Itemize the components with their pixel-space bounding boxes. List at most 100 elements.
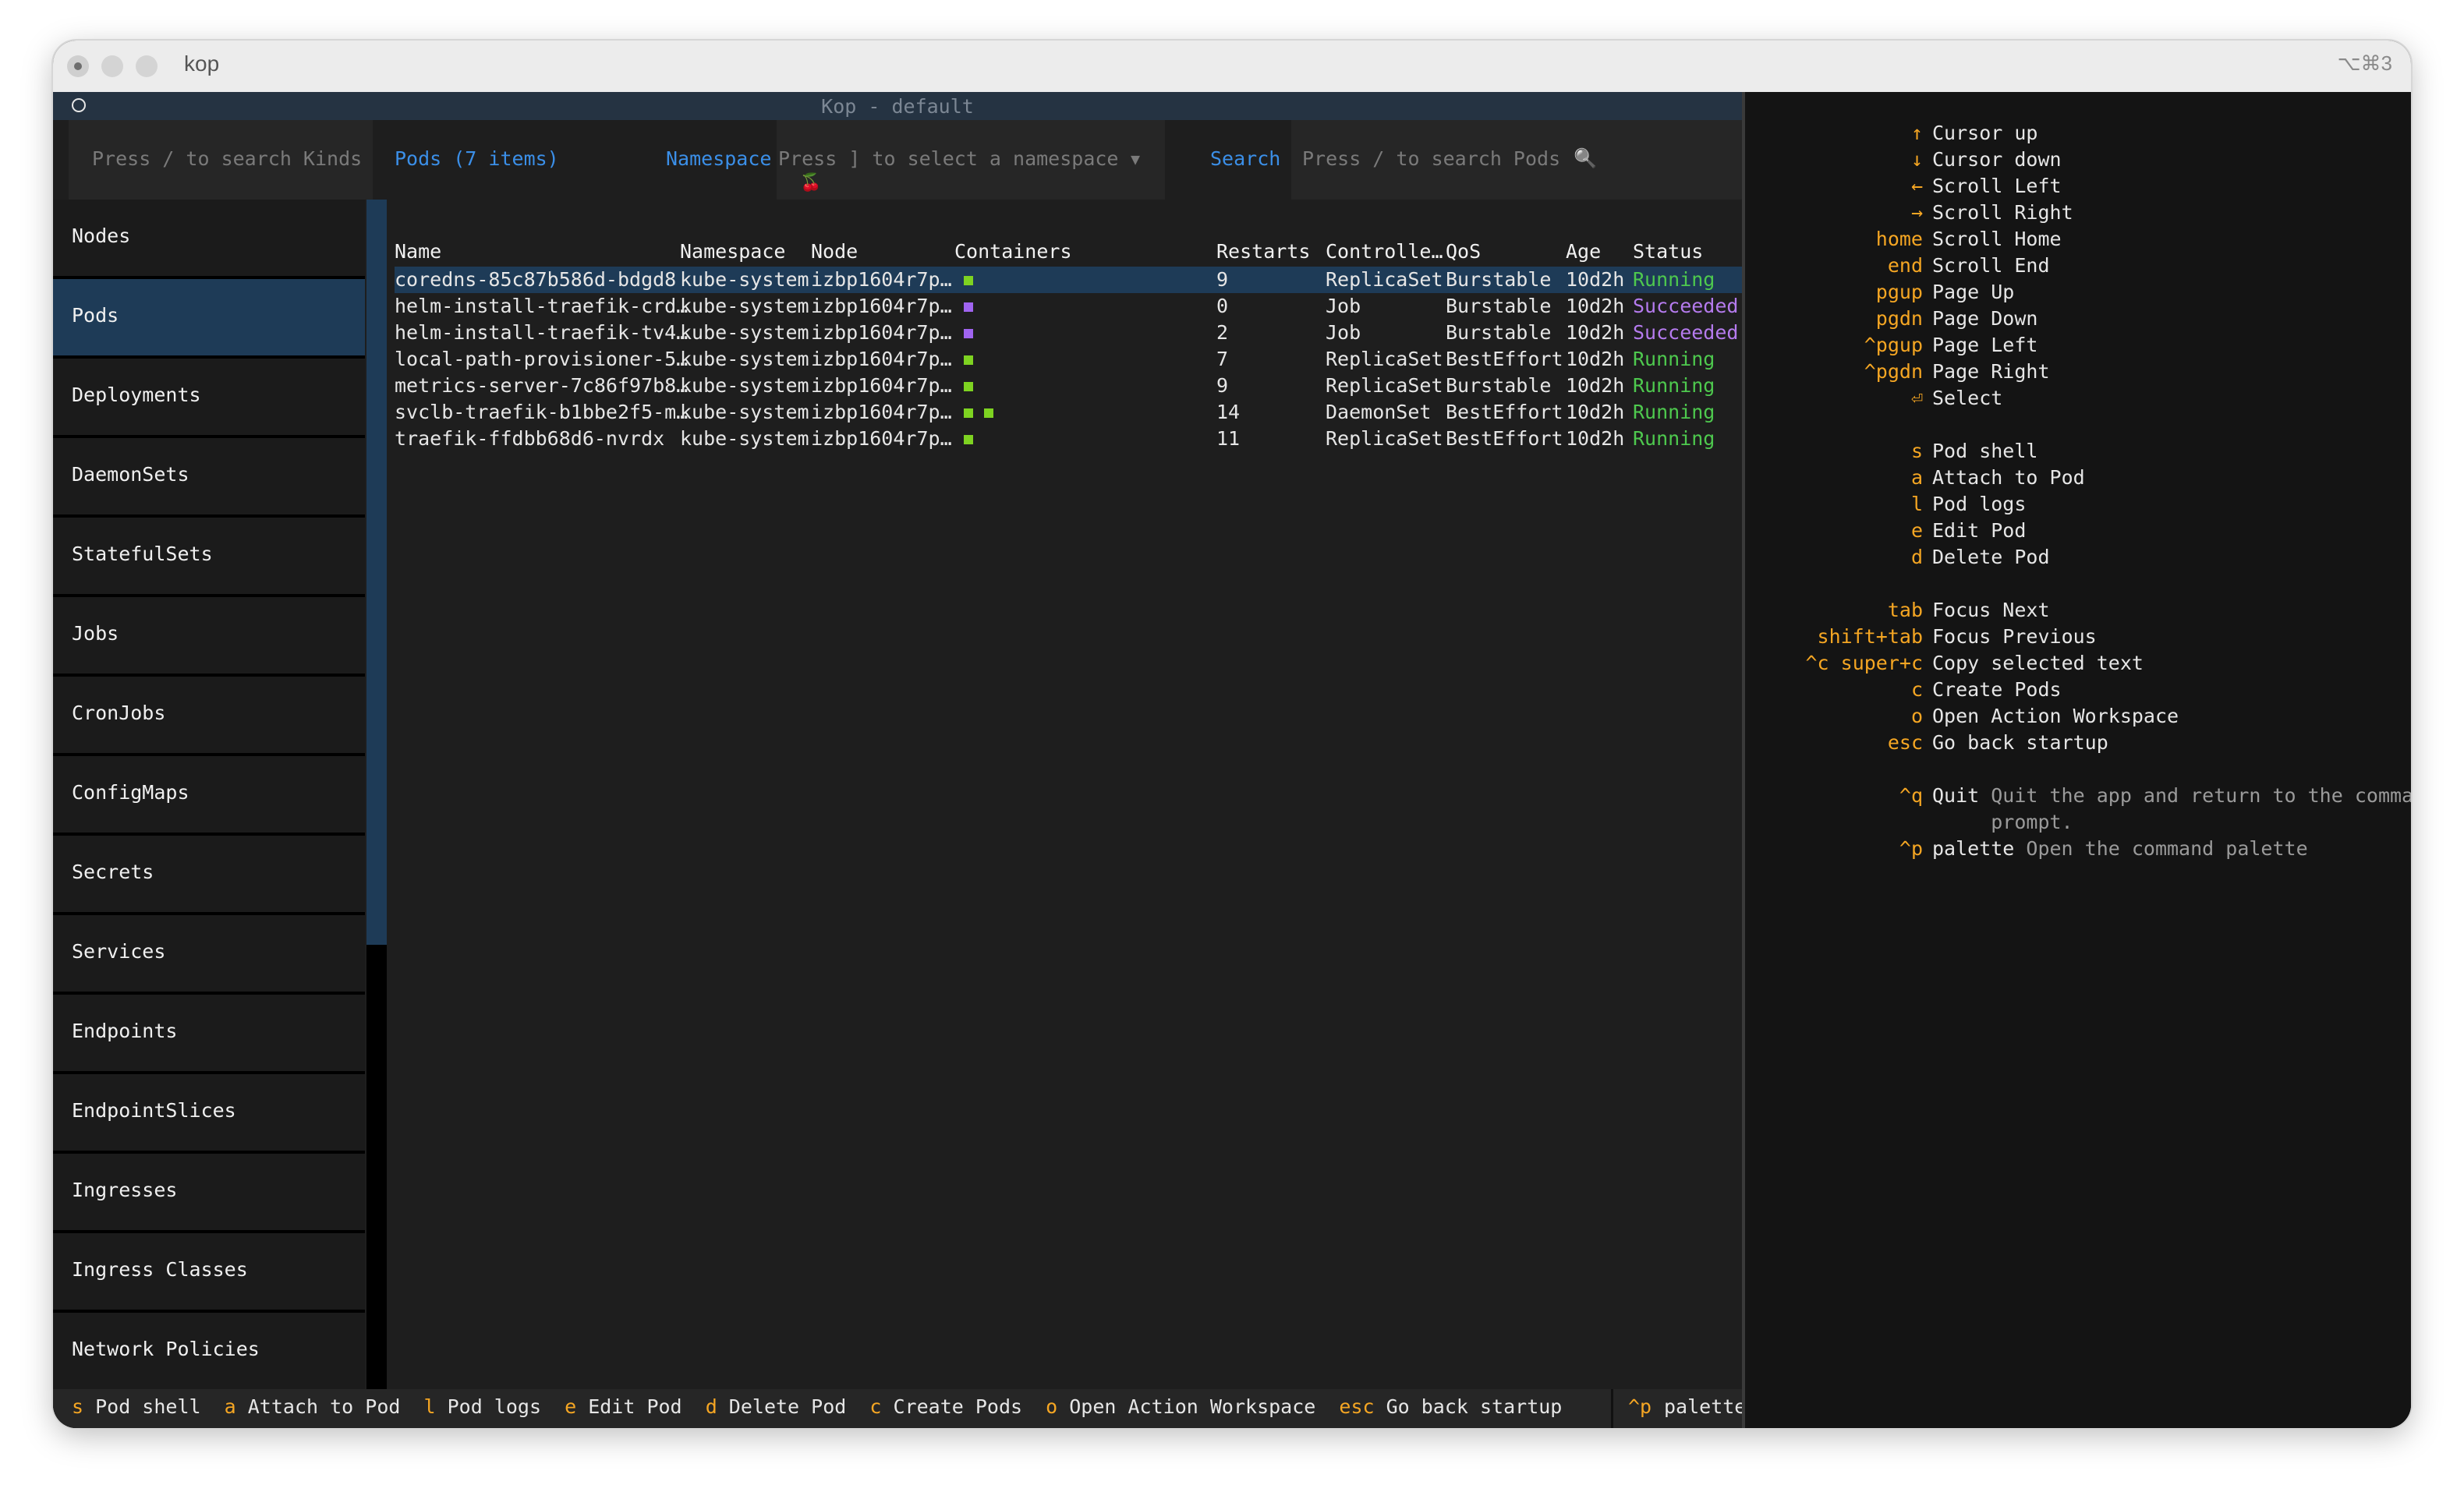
column-header-namespace[interactable]: Namespace [680,240,785,263]
cell-qos: Burstable [1446,295,1552,317]
container-status-icon [964,435,973,444]
help-key: l [1910,493,1923,515]
cell-restarts: 11 [1216,427,1241,450]
pods-search-input[interactable]: Press / to search Pods 🔍 [1291,120,1742,200]
footer-action-label[interactable]: Edit Pod [588,1395,681,1418]
sidebar-item-network-policies[interactable]: Network Policies [53,1313,365,1392]
help-key: pgdn [1875,307,1923,330]
cell-namespace: kube-system [680,401,809,423]
cell-controller: ReplicaSet [1326,374,1443,397]
help-action-label: Page Left [1932,334,2038,356]
help-key: → [1910,201,1923,224]
help-action-label: Copy selected text [1932,652,2144,674]
footer-key[interactable]: e [565,1395,576,1418]
kinds-sidebar: Nodes Pods Deployments DaemonSets StatefulSe… [53,200,365,1392]
footer-action-label[interactable]: Pod logs [448,1395,541,1418]
sidebar-item-daemonsets[interactable]: DaemonSets [53,438,365,518]
cell-namespace: kube-system [680,268,809,291]
footer-action-label[interactable]: Pod shell [95,1395,200,1418]
sidebar-item-ingresses[interactable]: Ingresses [53,1154,365,1233]
cell-restarts: 9 [1216,268,1229,291]
maximize-window-button[interactable] [136,55,158,77]
footer-action-label[interactable]: Open Action Workspace [1069,1395,1315,1418]
footer-key[interactable]: d [706,1395,717,1418]
container-status-icon [984,408,993,418]
footer-key[interactable]: l [424,1395,436,1418]
footer-key[interactable]: esc [1339,1395,1374,1418]
cell-age: 10d2h [1566,295,1625,317]
namespace-select[interactable]: Press ] to select a namespace ▼ 🍒 [777,120,1165,200]
cell-restarts: 9 [1216,374,1229,397]
help-action-label: Page Right [1932,360,2050,383]
footer-divider [1611,1389,1613,1428]
cell-name: coredns-85c87b586d-bdgd8 [395,268,677,291]
cell-status: Running [1633,374,1715,397]
cell-status: Running [1633,427,1715,450]
chevron-down-icon[interactable]: ▼ [1131,146,1140,172]
help-key: tab [1887,599,1923,621]
footer-key[interactable]: s [72,1395,83,1418]
footer-key[interactable]: o [1046,1395,1057,1418]
sidebar-item-pods[interactable]: Pods [53,279,365,359]
footer-palette-key[interactable]: ^p [1628,1395,1652,1418]
footer-action-label[interactable]: Create Pods [894,1395,1023,1418]
help-action-label: Create Pods [1932,678,2062,701]
sidebar-item-label: CronJobs [72,702,166,724]
cell-restarts: 2 [1216,321,1229,344]
cell-node: izbp1604r7p… [811,401,952,423]
column-header-containers[interactable]: Containers [954,240,1072,263]
cell-age: 10d2h [1566,427,1625,450]
footer-action-label[interactable]: Attach to Pod [248,1395,401,1418]
sidebar-item-endpoints[interactable]: Endpoints [53,995,365,1074]
sidebar-item-cronjobs[interactable]: CronJobs [53,677,365,756]
help-key: ^pgup [1864,334,1923,356]
cell-controller: DaemonSet [1326,401,1432,423]
close-window-button[interactable] [67,55,89,77]
sidebar-item-label: DaemonSets [72,463,189,486]
sidebar-item-label: Deployments [72,384,201,406]
sidebar-scroll-thumb[interactable] [366,200,387,945]
column-header-name[interactable]: Name [395,240,441,263]
column-header-qos[interactable]: QoS [1446,240,1481,263]
help-key: ↑ [1910,122,1923,144]
sidebar-item-endpointslices[interactable]: EndpointSlices [53,1074,365,1154]
column-header-controller[interactable]: Controlle… [1326,240,1443,263]
kinds-search-input[interactable]: Press / to search Kinds [69,120,373,200]
help-action-label: Cursor down [1932,148,2062,171]
help-action-label: Delete Pod [1932,546,2050,568]
cell-controller: Job [1326,321,1361,344]
footer-key[interactable]: a [225,1395,236,1418]
footer-key[interactable]: c [869,1395,881,1418]
sidebar-item-label: ConfigMaps [72,781,189,804]
help-action-label: Scroll End [1932,254,2050,277]
sidebar-item-secrets[interactable]: Secrets [53,836,365,915]
cell-age: 10d2h [1566,401,1625,423]
sidebar-item-deployments[interactable]: Deployments [53,359,365,438]
column-header-age[interactable]: Age [1566,240,1601,263]
sidebar-item-statefulsets[interactable]: StatefulSets [53,518,365,597]
sidebar-item-nodes[interactable]: Nodes [53,200,365,279]
help-action-label: Scroll Right [1932,201,2073,224]
help-action-description: Open the command palette [2026,837,2308,860]
sidebar-item-jobs[interactable]: Jobs [53,597,365,677]
sidebar-item-ingress-classes[interactable]: Ingress Classes [53,1233,365,1313]
cell-name: helm-install-traefik-tv4… [395,321,689,344]
sidebar-item-configmaps[interactable]: ConfigMaps [53,756,365,836]
column-header-restarts[interactable]: Restarts [1216,240,1310,263]
minimize-window-button[interactable] [101,55,123,77]
cell-node: izbp1604r7p… [811,348,952,370]
footer-action-label[interactable]: Delete Pod [729,1395,847,1418]
sidebar-item-services[interactable]: Services [53,915,365,995]
footer-palette-label[interactable]: palette [1664,1395,1746,1418]
help-action-label: Pod shell [1932,440,2038,462]
column-header-status[interactable]: Status [1633,240,1703,263]
column-header-node[interactable]: Node [811,240,858,263]
footer-keybar: s Pod shell a Attach to Pod l Pod logs e Edit P… [53,1389,1746,1428]
cell-name: metrics-server-7c86f97b8… [395,374,689,397]
terminal-area: Kop - default Press / to search Kinds Po… [53,92,2411,1428]
container-status-icon [964,276,973,285]
kop-header: Kop - default [53,92,1742,120]
sidebar-item-label: Jobs [72,622,119,645]
search-icon: 🔍 [1574,147,1597,169]
footer-action-label[interactable]: Go back startup [1386,1395,1563,1418]
